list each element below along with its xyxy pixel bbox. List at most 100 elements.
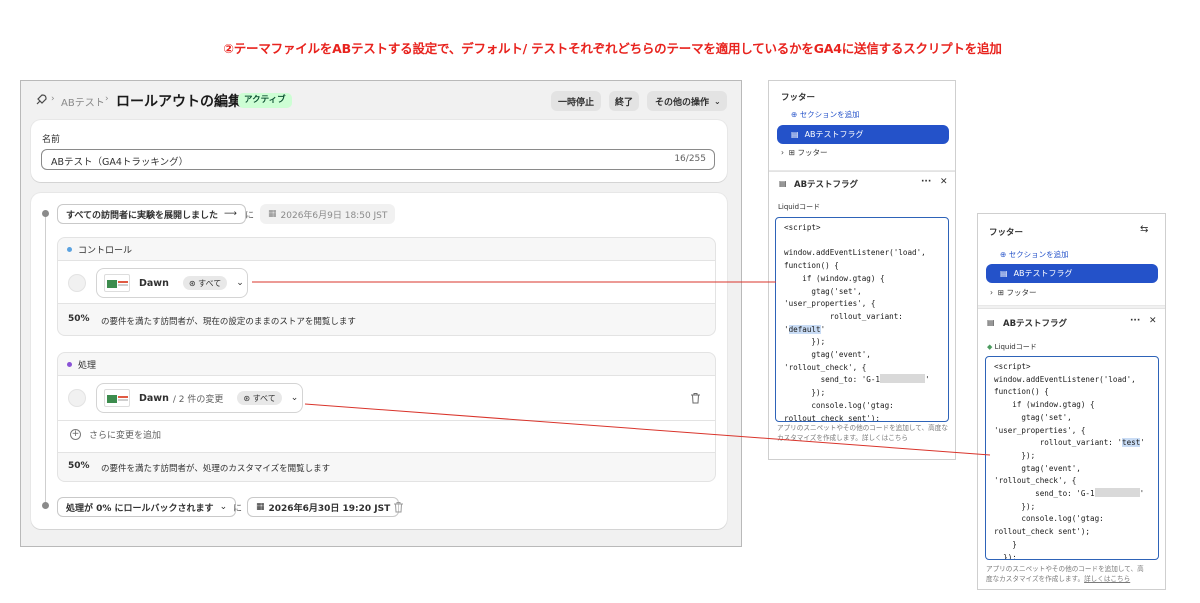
- treatment-description: の要件を満たす訪問者が、処理のカスタマイズを閲覧します: [101, 464, 331, 474]
- add-change-button[interactable]: + さらに変更を追加: [70, 428, 161, 441]
- footer-tree-item[interactable]: › ⊞ フッター: [781, 147, 827, 158]
- name-card: 名前 ABテスト（GA4トラッキング） 16/255: [31, 120, 727, 182]
- block-icon: ▤: [987, 318, 995, 327]
- rollout-editor-window: › ABテスト › ロールアウトの編集 アクティブ 一時停止 終了 その他の操作…: [20, 80, 742, 547]
- theme-editor-panel-test: フッター ⇆ ⊕ セクションを追加 ▤ ABテストフラグ › ⊞ フッター ▤ …: [977, 213, 1166, 590]
- add-section-link[interactable]: ⊕ セクションを追加: [1000, 249, 1069, 260]
- code-tail: ' }); console.log('gtag: rollout_check s…: [994, 489, 1145, 560]
- breadcrumb-sep-2: ›: [105, 94, 109, 104]
- treatment-theme-select[interactable]: Dawn / 2 件の変更 ⊛ すべて ⌄: [96, 383, 303, 413]
- liquid-code-editor[interactable]: <script> window.addEventListener('load',…: [985, 356, 1159, 560]
- timeline-rail: [45, 213, 46, 505]
- more-icon[interactable]: ···: [1130, 316, 1140, 326]
- start-date-text: 2026年6月9日 18:50 JST: [280, 210, 388, 221]
- treatment-theme-name: Dawn: [139, 392, 169, 404]
- rollback-select[interactable]: 処理が 0% にロールバックされます ⌄: [57, 497, 237, 517]
- section-tree: フッター ⊕ セクションを追加 ▤ ABテストフラグ › ⊞ フッター: [769, 81, 955, 171]
- code-help-text: アプリのスニペットやその他のコードを追加して、高度なカスタマイズを作成します。詳…: [777, 424, 948, 442]
- liquid-code-editor[interactable]: <script> window.addEventListener('load',…: [775, 217, 949, 422]
- control-scope-badge: ⊛ すべて: [182, 276, 228, 290]
- end-button[interactable]: 終了: [609, 91, 639, 111]
- chevron-down-icon: ⌄: [236, 278, 244, 288]
- control-scope-text: すべて: [198, 278, 222, 288]
- close-icon[interactable]: ✕: [940, 177, 948, 187]
- code-content: <script> window.addEventListener('load',…: [986, 357, 1158, 560]
- add-section-link[interactable]: ⊕ セクションを追加: [791, 109, 860, 120]
- theme-thumbnail: [104, 389, 130, 407]
- pause-button[interactable]: 一時停止: [551, 91, 601, 111]
- treatment-changes-count: / 2 件の変更: [172, 394, 224, 405]
- breadcrumb-sep: ›: [51, 94, 55, 104]
- code-label: Liquidコード: [778, 203, 821, 211]
- more-actions-button[interactable]: その他の操作 ⌄: [647, 91, 727, 111]
- code-before: <script> window.addEventListener('load',…: [994, 362, 1136, 448]
- control-percent: 50%: [68, 314, 90, 324]
- selected-block-item[interactable]: ▤ ABテストフラグ: [777, 125, 949, 144]
- timeline-start-dot: [42, 210, 49, 217]
- code-before: <script> window.addEventListener('load',…: [784, 223, 926, 334]
- help-link[interactable]: 詳しくはこちら: [1084, 575, 1130, 583]
- code-content: <script> window.addEventListener('load',…: [776, 218, 948, 421]
- control-theme-select[interactable]: Dawn ⊛ すべて ⌄: [96, 268, 248, 298]
- variant-value: default: [788, 324, 821, 334]
- control-theme-name: Dawn: [139, 277, 169, 289]
- breadcrumb-parent[interactable]: ABテスト: [61, 94, 105, 109]
- add-section-label: セクションを追加: [1008, 250, 1069, 259]
- name-label: 名前: [42, 135, 61, 145]
- block-icon: ▤: [791, 130, 799, 139]
- brain-icon: [68, 274, 86, 292]
- timeline-card: すべての訪問者に実験を展開しました ⟶ に ▦ 2026年6月9日 18:50 …: [31, 193, 727, 529]
- rollout-start-select[interactable]: すべての訪問者に実験を展開しました ⟶: [57, 204, 246, 224]
- code-label-text: Liquidコード: [994, 343, 1037, 351]
- code-help-text: アプリのスニペットやその他のコードを追加して、高 度なカスタマイズを作成します。…: [986, 564, 1160, 584]
- more-icon[interactable]: ···: [921, 177, 931, 187]
- chevron-down-icon: ⌄: [714, 96, 721, 106]
- close-icon[interactable]: ✕: [1149, 316, 1157, 326]
- page-title: ロールアウトの編集: [116, 94, 242, 110]
- treatment-group: 処理 Dawn / 2 件の変更 ⊛ すべて ⌄ + さらに変更を追加 50% …: [57, 352, 716, 482]
- calendar-icon: ▦: [268, 209, 277, 219]
- page-headline: ②テーマファイルをABテストする設定で、デフォルト/ テストそれぞれどちらのテー…: [223, 41, 1002, 56]
- end-date-field[interactable]: ▦ 2026年6月30日 19:20 JST: [247, 497, 400, 517]
- control-description: の要件を満たす訪問者が、現在の設定のままのストアを閲覧します: [101, 317, 356, 327]
- treatment-label: 処理: [78, 361, 97, 371]
- swap-icon[interactable]: ⇆: [1140, 224, 1148, 235]
- globe-icon: ⊛: [243, 393, 251, 403]
- more-actions-label: その他の操作: [655, 97, 710, 108]
- block-settings: ▤ ABテストフラグ ··· ✕ ◆ Liquidコード <script> wi…: [978, 308, 1165, 589]
- block-header-title: ABテストフラグ: [794, 180, 859, 190]
- footer-tree-item[interactable]: › ⊞ フッター: [990, 287, 1036, 298]
- section-title: フッター: [989, 228, 1024, 238]
- theme-editor-panel-default: フッター ⊕ セクションを追加 ▤ ABテストフラグ › ⊞ フッター ▤ AB…: [768, 80, 956, 460]
- timeline-end-dot: [42, 502, 49, 509]
- plus-circle-icon: ⊕: [1000, 250, 1007, 259]
- section-title: フッター: [781, 93, 816, 103]
- globe-icon: ⊛: [188, 278, 196, 288]
- chevron-down-icon: ⌄: [290, 393, 299, 403]
- brain-icon: [68, 389, 86, 407]
- code-label: ◆ Liquidコード: [987, 342, 1037, 352]
- treatment-scope-badge: ⊛ すべて: [237, 391, 282, 405]
- treatment-dot-icon: [67, 362, 72, 367]
- name-input[interactable]: ABテスト（GA4トラッキング） 16/255: [41, 149, 715, 170]
- block-header-title: ABテストフラグ: [1003, 319, 1068, 329]
- footer-tree-label: フッター: [797, 148, 828, 157]
- trash-icon[interactable]: [690, 392, 701, 404]
- control-group: コントロール Dawn ⊛ すべて ⌄ 50% の要件を満たす訪問者が、現在の設…: [57, 237, 716, 336]
- block-settings: ▤ ABテストフラグ ··· ✕ Liquidコード <script> wind…: [769, 171, 955, 459]
- selected-block-item[interactable]: ▤ ABテストフラグ: [986, 264, 1158, 283]
- redacted-id: [880, 374, 926, 384]
- status-badge: アクティブ: [238, 93, 292, 108]
- redacted-id: [1094, 488, 1140, 498]
- treatment-percent: 50%: [68, 461, 90, 471]
- theme-thumbnail: [104, 274, 130, 292]
- control-theme-row: Dawn ⊛ すべて ⌄: [58, 260, 715, 304]
- selected-block-label: ABテストフラグ: [1013, 269, 1073, 278]
- calendar-icon: ▦: [256, 502, 265, 512]
- trash-icon[interactable]: [393, 501, 404, 513]
- plus-circle-icon: ⊕: [791, 110, 798, 119]
- control-label: コントロール: [78, 246, 133, 256]
- plus-circle-icon: +: [70, 429, 81, 440]
- name-input-value: ABテスト（GA4トラッキング）: [51, 157, 189, 168]
- add-change-label: さらに変更を追加: [89, 431, 162, 441]
